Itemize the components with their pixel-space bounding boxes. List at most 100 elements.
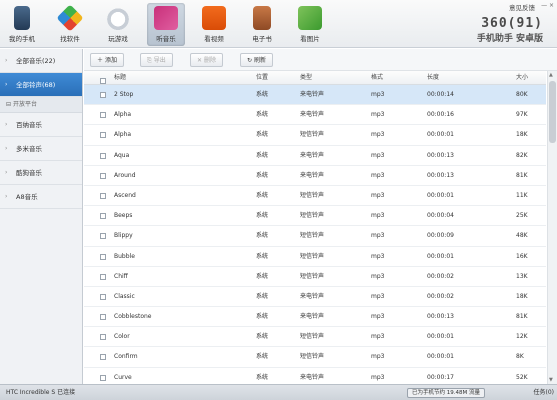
video-icon <box>202 6 226 30</box>
cell-duration: 00:00:02 <box>427 292 454 300</box>
phone-icon <box>14 6 30 30</box>
cell-format: mp3 <box>371 191 385 199</box>
section-toggle-icon[interactable]: ⊟ <box>6 101 11 108</box>
cell-title: Alpha <box>114 111 132 119</box>
nav-button-6[interactable]: 看图片 <box>291 3 329 46</box>
add-button[interactable]: ＋ 添加 <box>90 53 124 67</box>
book-icon <box>253 6 271 30</box>
row-checkbox[interactable] <box>100 314 106 321</box>
cell-format: mp3 <box>371 212 385 220</box>
column-type[interactable]: 类型 <box>300 71 312 85</box>
row-checkbox[interactable] <box>100 192 106 199</box>
row-checkbox[interactable] <box>100 92 106 98</box>
refresh-button-label: 刷新 <box>253 57 266 64</box>
scrollbar-thumb[interactable] <box>549 81 556 143</box>
cell-type: 短信铃声 <box>300 232 325 240</box>
column-title[interactable]: 标题 <box>114 71 126 85</box>
cell-title: Alpha <box>114 131 132 139</box>
sidebar-platform-item-1[interactable]: › 多米音乐 <box>0 137 82 161</box>
vertical-scrollbar[interactable]: ▲ ▼ <box>547 71 557 384</box>
sidebar-platform-item-3[interactable]: › A8音乐 <box>0 185 82 209</box>
cell-size: 80K <box>516 91 528 98</box>
row-checkbox[interactable] <box>100 233 106 240</box>
table-row[interactable]: Aqua 系统 来电铃声 mp3 00:00:13 82K <box>84 146 546 166</box>
cell-format: mp3 <box>371 272 385 280</box>
table-row[interactable]: 2 Stop 系统 来电铃声 mp3 00:00:14 80K <box>84 85 546 106</box>
feedback-link[interactable]: 意见反馈 <box>509 2 535 12</box>
sidebar-item-1[interactable]: › 全部铃声(68) <box>0 73 82 97</box>
cell-title: Color <box>114 333 130 341</box>
table-row[interactable]: Cobblestone 系统 来电铃声 mp3 00:00:13 81K <box>84 307 546 328</box>
cell-location: 系统 <box>256 191 269 199</box>
table-row[interactable]: Classic 系统 来电铃声 mp3 00:00:02 18K <box>84 287 546 308</box>
delete-button[interactable]: ✕ 删除 <box>190 53 223 67</box>
sidebar-platform-item-2[interactable]: › 酷狗音乐 <box>0 161 82 185</box>
table-row[interactable]: Alpha 系统 短信铃声 mp3 00:00:01 18K <box>84 125 546 146</box>
cell-type: 来电铃声 <box>300 171 325 179</box>
column-format[interactable]: 格式 <box>371 71 383 85</box>
sidebar: › 全部音乐(22) › 全部铃声(68) ⊟ 开放平台 › 百纳音乐 › 多米音乐 › 酷狗音… <box>0 49 83 384</box>
row-checkbox[interactable] <box>100 334 106 341</box>
row-checkbox[interactable] <box>100 354 106 361</box>
column-location[interactable]: 位置 <box>256 71 268 85</box>
table-row[interactable]: Bubble 系统 短信铃声 mp3 00:00:01 16K <box>84 247 546 267</box>
nav-button-2[interactable]: 玩游戏 <box>99 3 137 46</box>
nav-button-4[interactable]: 看视频 <box>195 3 233 46</box>
task-button[interactable]: 任务(0) <box>534 385 555 400</box>
table-row[interactable]: Curve 系统 来电铃声 mp3 00:00:17 52K <box>84 368 546 384</box>
brand-logo: 360(91) 手机助手 安卓版 <box>477 16 543 44</box>
window-controls[interactable]: — × <box>541 2 554 9</box>
cell-type: 短信铃声 <box>300 252 325 260</box>
cell-size: 97K <box>516 111 528 119</box>
table-row[interactable]: Confirm 系统 短信铃声 mp3 00:00:01 8K <box>84 347 546 368</box>
cell-size: 8K <box>516 353 524 361</box>
cell-duration: 00:00:02 <box>427 272 454 280</box>
cell-duration: 00:00:04 <box>427 212 454 220</box>
table-row[interactable]: Ascend 系统 短信铃声 mp3 00:00:01 11K <box>84 186 546 207</box>
cell-location: 系统 <box>256 353 269 361</box>
row-checkbox[interactable] <box>100 172 106 179</box>
table-row[interactable]: Blippy 系统 短信铃声 mp3 00:00:09 48K <box>84 226 546 247</box>
traffic-saved-badge[interactable]: 已为手机节约 19.48M 流量 <box>407 388 485 398</box>
row-checkbox[interactable] <box>100 132 106 139</box>
table-row[interactable]: Beeps 系统 短信铃声 mp3 00:00:04 25K <box>84 206 546 227</box>
column-size[interactable]: 大小 <box>516 71 528 85</box>
nav-button-1[interactable]: 找软件 <box>51 3 89 46</box>
row-checkbox[interactable] <box>100 374 106 381</box>
select-all-checkbox[interactable] <box>100 78 106 84</box>
sidebar-item-0[interactable]: › 全部音乐(22) <box>0 49 82 73</box>
cell-size: 82K <box>516 151 528 159</box>
software-icon <box>56 4 84 32</box>
brand-title: 360(91) <box>481 16 543 31</box>
cell-format: mp3 <box>371 171 385 179</box>
cell-size: 13K <box>516 272 528 280</box>
cell-location: 系统 <box>256 373 269 381</box>
cell-format: mp3 <box>371 151 385 159</box>
column-duration[interactable]: 长度 <box>427 71 439 85</box>
table-row[interactable]: Color 系统 短信铃声 mp3 00:00:01 12K <box>84 327 546 348</box>
row-checkbox[interactable] <box>100 293 106 300</box>
cell-duration: 00:00:13 <box>427 313 454 321</box>
nav-button-0[interactable]: 我的手机 <box>3 3 41 46</box>
row-checkbox[interactable] <box>100 152 106 159</box>
chevron-right-icon: › <box>5 81 8 88</box>
refresh-button[interactable]: ↻ 刷新 <box>240 53 273 67</box>
table-row[interactable]: Chiff 系统 短信铃声 mp3 00:00:02 13K <box>84 267 546 287</box>
cell-format: mp3 <box>371 111 385 119</box>
row-checkbox[interactable] <box>100 253 106 260</box>
nav-button-5[interactable]: 电子书 <box>243 3 281 46</box>
delete-button-label: 删除 <box>203 57 216 64</box>
cell-type: 来电铃声 <box>300 111 325 119</box>
cell-title: Curve <box>114 373 132 381</box>
table-row[interactable]: Alpha 系统 来电铃声 mp3 00:00:16 97K <box>84 105 546 126</box>
export-button[interactable]: ⎘ 导出 <box>140 53 173 67</box>
table-row[interactable]: Around 系统 来电铃声 mp3 00:00:13 81K <box>84 166 546 186</box>
nav-button-3[interactable]: 听音乐 <box>147 3 185 46</box>
row-checkbox[interactable] <box>100 273 106 280</box>
row-checkbox[interactable] <box>100 213 106 220</box>
sidebar-platform-item-0[interactable]: › 百纳音乐 <box>0 113 82 137</box>
row-checkbox[interactable] <box>100 112 106 119</box>
scroll-down-icon[interactable]: ▼ <box>549 377 553 383</box>
chevron-right-icon: › <box>5 145 8 152</box>
scroll-up-icon[interactable]: ▲ <box>549 72 553 78</box>
